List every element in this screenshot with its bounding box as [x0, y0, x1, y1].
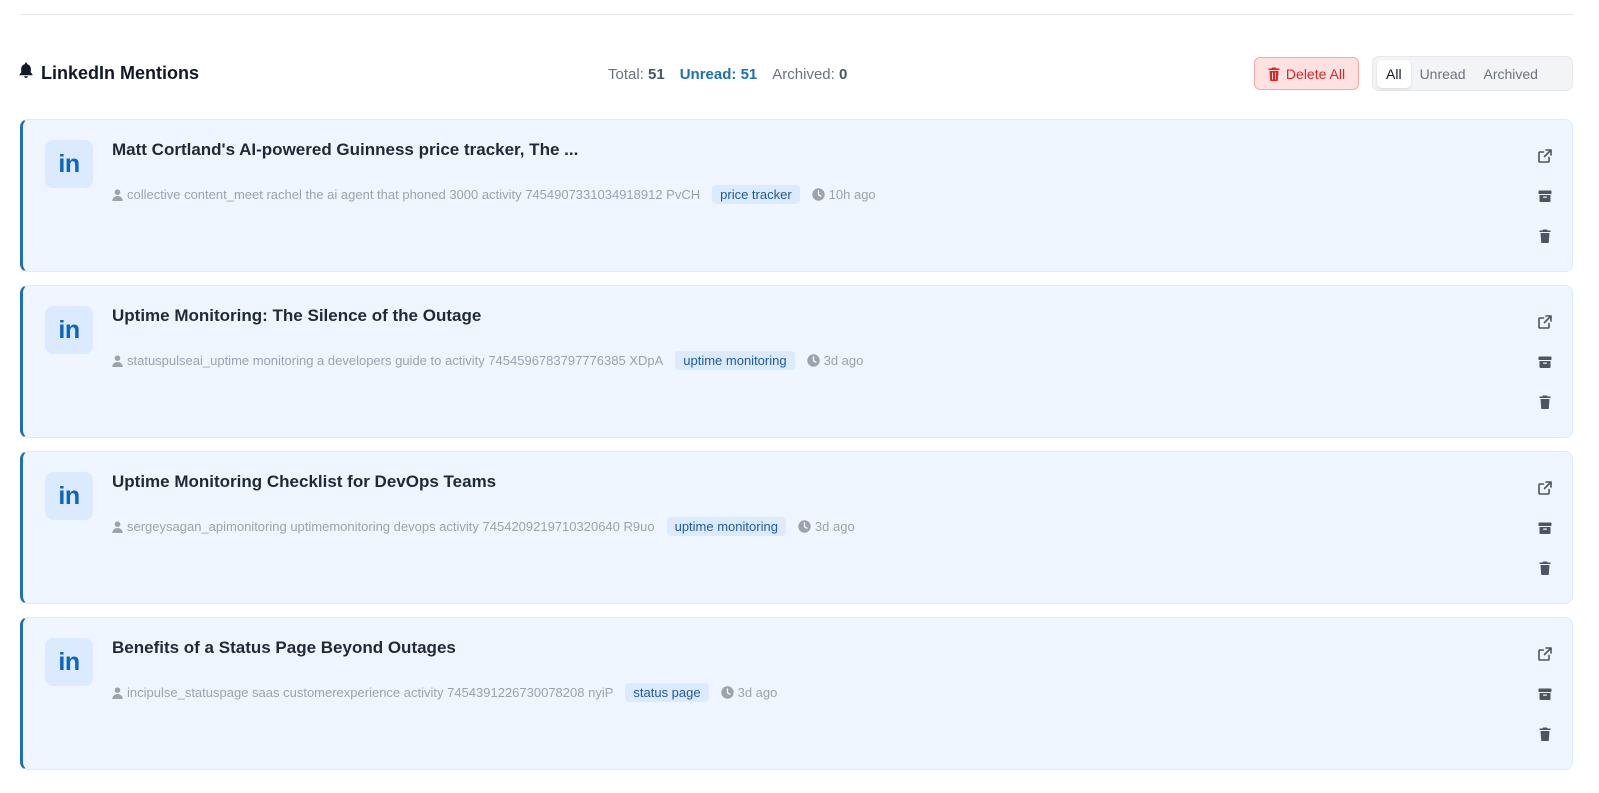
delete-button[interactable] — [1532, 721, 1558, 747]
user-icon — [112, 188, 123, 201]
external-link-icon — [1538, 149, 1552, 163]
total-stat: Total: 51 — [608, 66, 665, 83]
mention-meta: sergeysagan_apimonitoring uptimemonitori… — [112, 517, 855, 536]
clock-icon — [806, 354, 820, 367]
mention-actions — [1532, 309, 1558, 415]
mention-card[interactable]: in Matt Cortland's AI-powered Guinness p… — [20, 119, 1573, 272]
keyword-tag: uptime monitoring — [675, 351, 795, 370]
page-title-text: LinkedIn Mentions — [41, 62, 200, 83]
archive-icon — [1538, 190, 1552, 202]
delete-button[interactable] — [1532, 389, 1558, 415]
clock-icon — [798, 520, 811, 533]
open-link-button[interactable] — [1532, 143, 1558, 169]
mention-actions — [1532, 641, 1558, 747]
mention-time: 3d ago — [798, 519, 855, 534]
filter-tab-archived[interactable]: Archived — [1474, 60, 1546, 88]
mention-title[interactable]: Uptime Monitoring Checklist for DevOps T… — [112, 472, 496, 492]
open-link-button[interactable] — [1532, 309, 1558, 335]
mention-actions — [1532, 475, 1558, 581]
trash-icon — [1539, 561, 1551, 575]
keyword-tag: uptime monitoring — [666, 517, 786, 536]
mention-card[interactable]: in Benefits of a Status Page Beyond Outa… — [20, 617, 1573, 770]
clock-icon — [720, 686, 734, 699]
bell-icon — [18, 62, 34, 84]
delete-button[interactable] — [1532, 223, 1558, 249]
unread-count: 51 — [740, 66, 758, 83]
linkedin-logo-icon: in — [45, 472, 93, 520]
archive-button[interactable] — [1532, 681, 1558, 707]
mention-time: 3d ago — [720, 685, 778, 700]
linkedin-logo-text: in — [58, 647, 80, 676]
mention-title[interactable]: Uptime Monitoring: The Silence of the Ou… — [112, 306, 481, 326]
mention-time-text: 3d ago — [814, 519, 855, 534]
mention-title[interactable]: Benefits of a Status Page Beyond Outages — [112, 638, 456, 658]
archive-button[interactable] — [1532, 183, 1558, 209]
linkedin-logo-icon: in — [45, 638, 93, 686]
delete-button[interactable] — [1532, 555, 1558, 581]
mention-meta: statuspulseai_uptime monitoring a develo… — [112, 351, 863, 370]
linkedin-logo-text: in — [58, 481, 80, 510]
filter-tab-unread[interactable]: Unread — [1411, 60, 1475, 88]
linkedin-logo-text: in — [58, 149, 80, 178]
mention-author: collective content_meet rachel the ai ag… — [127, 187, 701, 202]
mention-author: statuspulseai_uptime monitoring a develo… — [127, 353, 664, 368]
archive-icon — [1538, 688, 1552, 700]
mention-meta: incipulse_statuspage saas customerexperi… — [112, 683, 777, 702]
archived-count: 0 — [838, 66, 848, 83]
mention-author: incipulse_statuspage saas customerexperi… — [127, 685, 614, 700]
linkedin-logo-text: in — [58, 315, 80, 344]
archived-stat: Archived: 0 — [772, 66, 848, 83]
trash-icon — [1539, 229, 1551, 243]
mention-time-text: 3d ago — [823, 353, 864, 368]
external-link-icon — [1538, 481, 1552, 495]
mention-time-text: 3d ago — [737, 685, 778, 700]
mention-author: sergeysagan_apimonitoring uptimemonitori… — [127, 519, 655, 534]
mention-actions — [1532, 143, 1558, 249]
total-count: 51 — [648, 66, 665, 83]
linkedin-logo-icon: in — [45, 306, 93, 354]
trash-icon — [1539, 727, 1551, 741]
delete-all-button[interactable]: Delete All — [1254, 57, 1359, 90]
archive-button[interactable] — [1532, 349, 1558, 375]
unread-stat: Unread: 51 — [679, 66, 758, 83]
delete-all-label: Delete All — [1285, 65, 1346, 82]
open-link-button[interactable] — [1532, 641, 1558, 667]
page-title: LinkedIn Mentions — [18, 62, 199, 84]
clock-icon — [811, 188, 825, 201]
mention-time-text: 10h ago — [828, 187, 876, 202]
open-link-button[interactable] — [1532, 475, 1558, 501]
archive-icon — [1538, 522, 1552, 534]
trash-icon — [1268, 67, 1280, 81]
filter-tabs: All Unread Archived — [1372, 56, 1573, 91]
user-icon — [112, 686, 123, 699]
mention-time: 10h ago — [811, 187, 876, 202]
mentions-header: LinkedIn Mentions Total: 51 Unread: 51 A… — [18, 56, 1573, 91]
filter-tab-all[interactable]: All — [1377, 59, 1411, 88]
user-icon — [112, 520, 123, 533]
keyword-tag: price tracker — [712, 185, 800, 204]
archive-button[interactable] — [1532, 515, 1558, 541]
keyword-tag: status page — [625, 683, 709, 702]
external-link-icon — [1538, 647, 1552, 661]
linkedin-logo-icon: in — [45, 140, 93, 188]
archive-icon — [1538, 356, 1552, 368]
user-icon — [112, 354, 123, 367]
external-link-icon — [1538, 315, 1552, 329]
mention-time: 3d ago — [806, 353, 864, 368]
mention-card[interactable]: in Uptime Monitoring Checklist for DevOp… — [20, 451, 1573, 604]
trash-icon — [1539, 395, 1551, 409]
mention-card[interactable]: in Uptime Monitoring: The Silence of the… — [20, 285, 1573, 438]
mention-stats: Total: 51 Unread: 51 Archived: 0 — [608, 66, 847, 83]
mention-title[interactable]: Matt Cortland's AI-powered Guinness pric… — [112, 140, 578, 160]
top-divider — [20, 14, 1573, 15]
mention-meta: collective content_meet rachel the ai ag… — [112, 185, 876, 204]
